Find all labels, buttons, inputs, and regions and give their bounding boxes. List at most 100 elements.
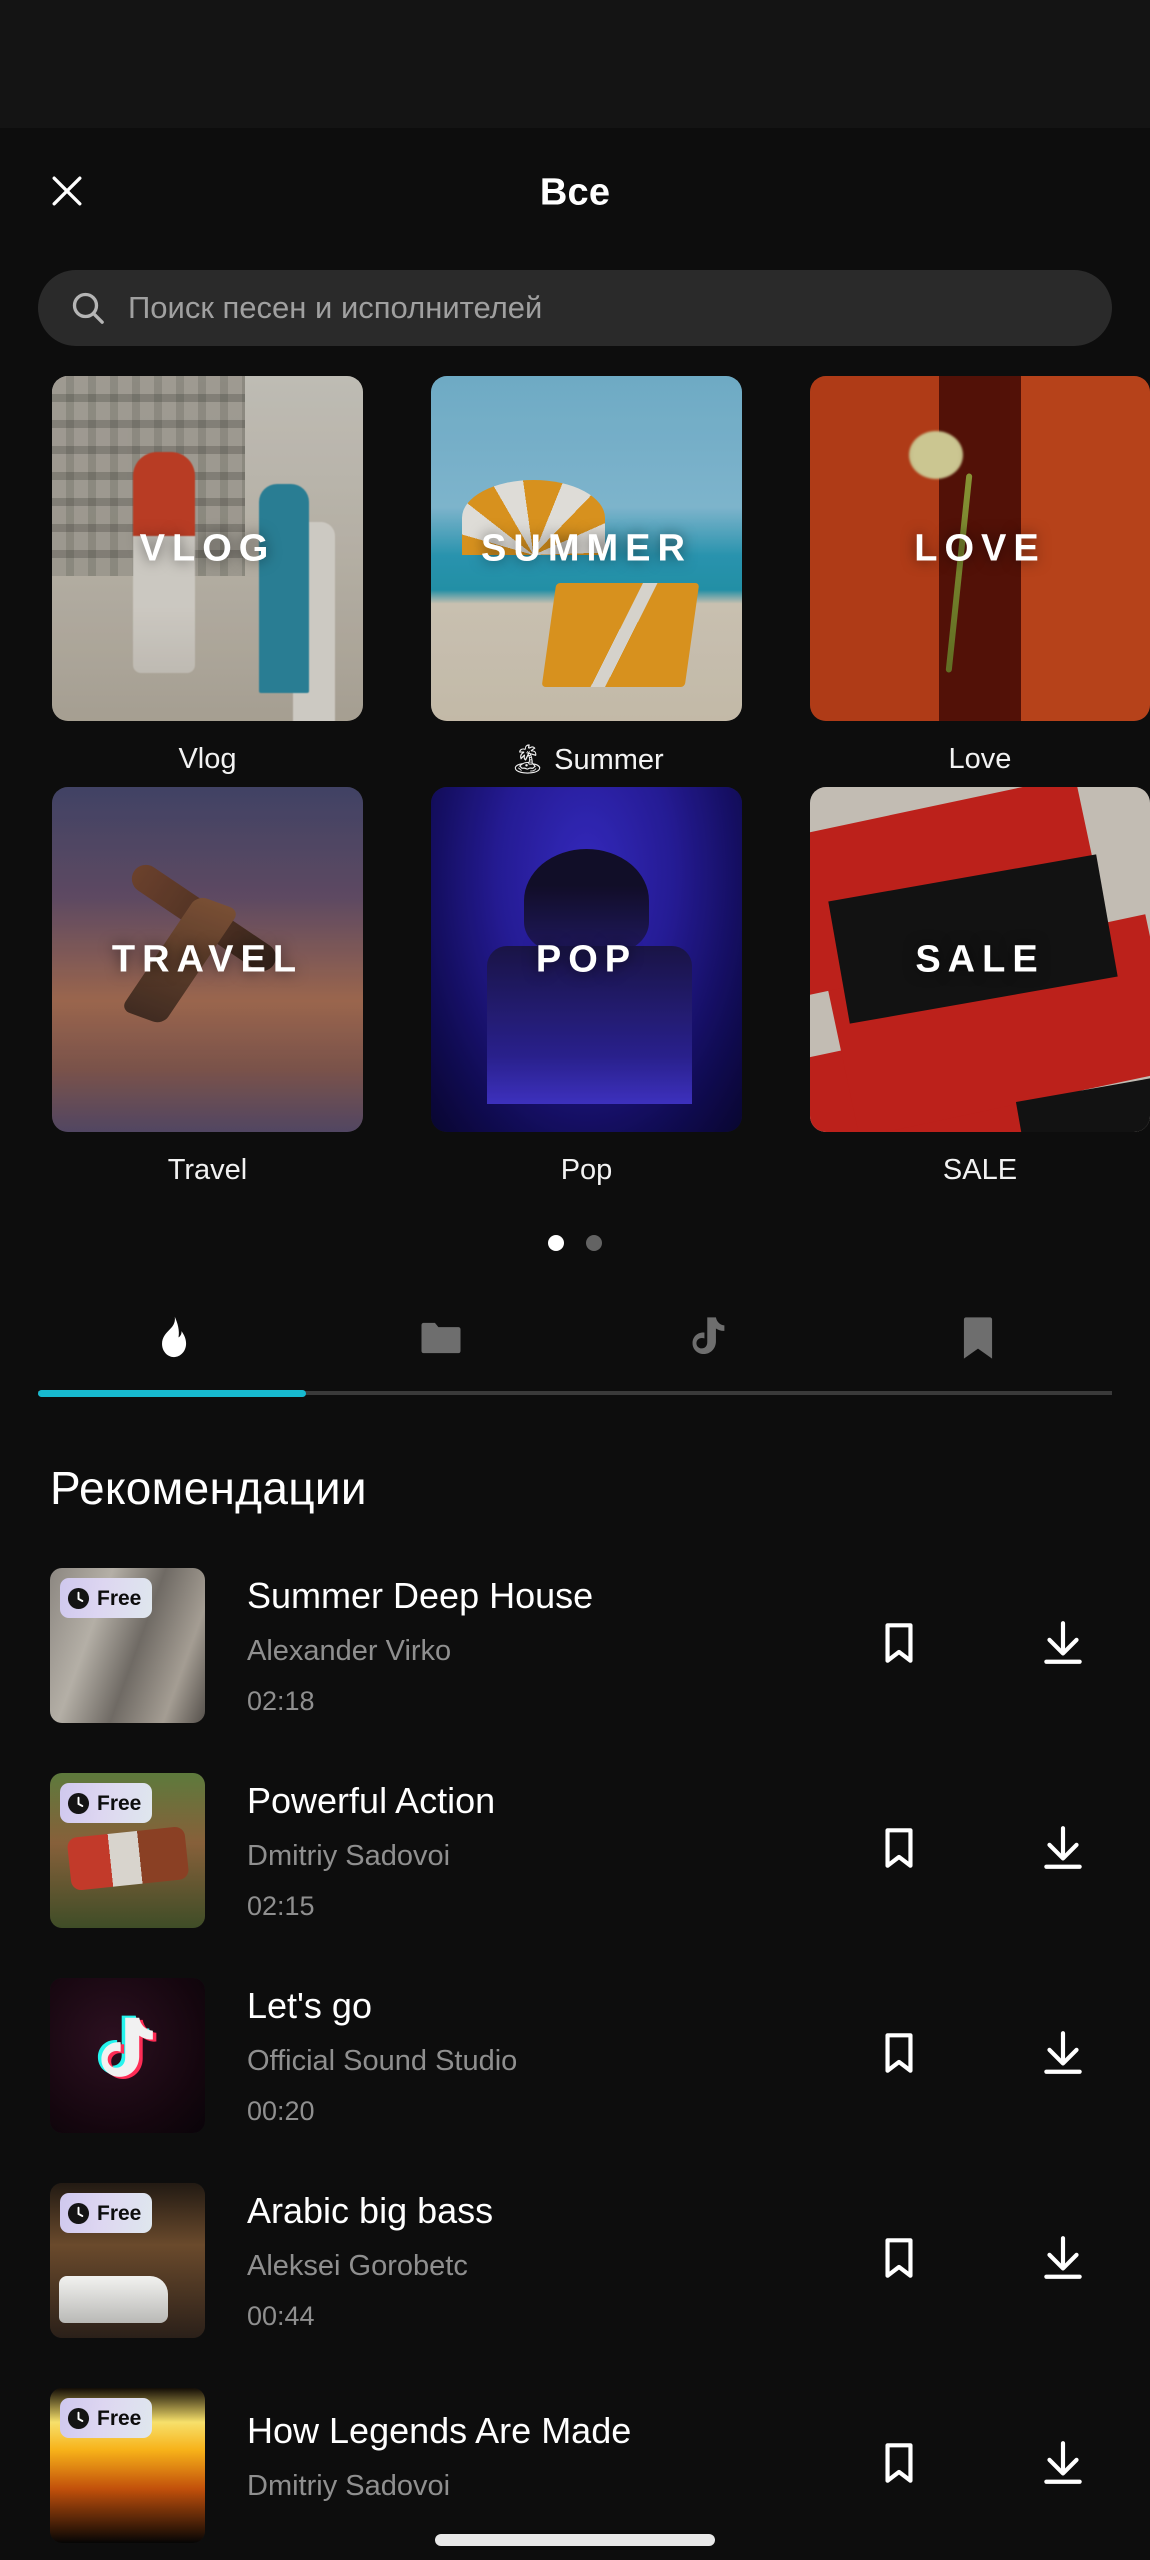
category-row-1: VLOG Vlog SUMMER 🏝 Summer LOVE Love [0, 376, 1150, 777]
tab-favorites[interactable] [844, 1281, 1113, 1399]
category-thumbnail[interactable]: VLOG [52, 376, 363, 721]
page-title: Все [539, 171, 611, 214]
song-list-item[interactable]: Free How Legends Are Made Dmitriy Sadovo… [0, 2363, 1150, 2560]
category-card-summer[interactable]: SUMMER 🏝 Summer [431, 376, 786, 777]
category-thumbnail[interactable]: POP [431, 787, 742, 1132]
free-badge-label: Free [97, 1791, 142, 1815]
download-button[interactable] [1036, 2439, 1090, 2493]
song-list-item[interactable]: Free Summer Deep House Alexander Virko 0… [0, 1543, 1150, 1748]
song-details: How Legends Are Made Dmitriy Sadovoi [205, 2410, 872, 2521]
song-actions [872, 1619, 1112, 1673]
song-title: How Legends Are Made [247, 2410, 632, 2451]
category-overlay-text: TRAVEL [111, 938, 304, 980]
bookmark-icon [952, 1312, 1004, 1369]
download-button[interactable] [1036, 2029, 1090, 2083]
category-overlay-text: POP [535, 938, 638, 980]
folder-icon [415, 1312, 467, 1369]
tab-folder[interactable] [307, 1281, 576, 1399]
song-list-item[interactable]: Free Powerful Action Dmitriy Sadovoi 02:… [0, 1748, 1150, 1953]
song-artist: Aleksei Gorobetc [247, 2249, 468, 2282]
tiktok-icon [86, 2009, 170, 2103]
bookmark-button[interactable] [872, 2029, 926, 2083]
category-card-travel[interactable]: TRAVEL Travel [52, 787, 407, 1187]
bookmark-button[interactable] [872, 1619, 926, 1673]
song-details: Summer Deep House Alexander Virko 02:18 [205, 1575, 872, 1717]
bookmark-button[interactable] [872, 2439, 926, 2493]
song-thumbnail: Free [50, 1568, 205, 1723]
category-card-love[interactable]: LOVE Love [810, 376, 1150, 777]
free-badge: Free [60, 1783, 153, 1823]
song-title: Powerful Action [247, 1779, 496, 1821]
song-thumbnail: Free [50, 2183, 205, 2338]
tab-bar [0, 1281, 1150, 1399]
download-icon [1038, 2233, 1088, 2288]
category-thumbnail[interactable]: SALE [810, 787, 1150, 1132]
clock-icon [67, 1587, 90, 1610]
pagination-dot-2[interactable] [586, 1235, 602, 1251]
tab-trending[interactable] [38, 1281, 307, 1399]
tiktok-icon [683, 1312, 735, 1369]
song-actions [872, 2439, 1112, 2493]
recommendations-title: Рекомендации [50, 1462, 367, 1514]
category-label: Travel [167, 1154, 248, 1186]
song-actions [872, 1824, 1112, 1878]
category-thumbnail[interactable]: LOVE [810, 376, 1150, 721]
bookmark-icon [874, 1823, 924, 1878]
song-title: Let's go [247, 1984, 372, 2026]
song-artist: Official Sound Studio [247, 2044, 518, 2077]
free-badge-label: Free [97, 1586, 142, 1610]
song-list-item[interactable]: Let's go Official Sound Studio 00:20 [0, 1953, 1150, 2158]
search-placeholder: Поиск песен и исполнителей [128, 290, 543, 325]
category-overlay-text: SALE [915, 938, 1045, 980]
free-badge: Free [60, 2398, 153, 2438]
tab-tiktok[interactable] [575, 1281, 844, 1399]
free-badge-label: Free [97, 2406, 142, 2430]
song-details: Powerful Action Dmitriy Sadovoi 02:15 [205, 1780, 872, 1922]
song-artist: Dmitriy Sadovoi [247, 1839, 451, 1872]
search-icon [68, 288, 108, 328]
category-carousel[interactable]: VLOG Vlog SUMMER 🏝 Summer LOVE Love TRAV… [0, 346, 1150, 1281]
song-actions [872, 2029, 1112, 2083]
clock-icon [67, 1792, 90, 1815]
song-duration: 00:20 [247, 2095, 315, 2126]
music-picker-screen: Все Поиск песен и исполнителей VLOG Vlog [0, 0, 1150, 2560]
download-icon [1038, 2028, 1088, 2083]
category-card-sale[interactable]: SALE SALE [810, 787, 1150, 1187]
free-badge: Free [60, 2193, 153, 2233]
bookmark-icon [874, 2028, 924, 2083]
download-button[interactable] [1036, 1824, 1090, 1878]
song-title: Summer Deep House [247, 1574, 594, 1616]
bookmark-button[interactable] [872, 1824, 926, 1878]
song-list-item[interactable]: Free Arabic big bass Aleksei Gorobetc 00… [0, 2158, 1150, 2363]
free-badge: Free [60, 1578, 153, 1618]
song-duration: 00:44 [247, 2300, 315, 2331]
bookmark-icon [874, 1618, 924, 1673]
category-label: SALE [942, 1154, 1018, 1186]
song-thumbnail [50, 1978, 205, 2133]
header: Все [0, 128, 1150, 258]
song-artist: Dmitriy Sadovoi [247, 2470, 451, 2502]
download-icon [1038, 1823, 1088, 1878]
search-section: Поиск песен и исполнителей [0, 258, 1150, 346]
song-duration: 02:18 [247, 1685, 315, 1716]
download-icon [1038, 2438, 1088, 2493]
status-bar [0, 0, 1150, 128]
category-card-pop[interactable]: POP Pop [431, 787, 786, 1187]
download-icon [1038, 1618, 1088, 1673]
song-details: Let's go Official Sound Studio 00:20 [205, 1985, 872, 2127]
category-overlay-text: VLOG [139, 527, 276, 569]
clock-icon [67, 2202, 90, 2225]
free-badge-label: Free [97, 2201, 142, 2225]
download-button[interactable] [1036, 1619, 1090, 1673]
bookmark-button[interactable] [872, 2234, 926, 2288]
pagination-dot-1[interactable] [548, 1235, 564, 1251]
search-input[interactable]: Поиск песен и исполнителей [38, 270, 1112, 346]
category-thumbnail[interactable]: SUMMER [431, 376, 742, 721]
category-label: Love [948, 743, 1012, 775]
download-button[interactable] [1036, 2234, 1090, 2288]
carousel-pagination [0, 1197, 1150, 1281]
song-duration: 02:15 [247, 1890, 315, 1921]
category-thumbnail[interactable]: TRAVEL [52, 787, 363, 1132]
bookmark-icon [874, 2438, 924, 2493]
category-card-vlog[interactable]: VLOG Vlog [52, 376, 407, 777]
